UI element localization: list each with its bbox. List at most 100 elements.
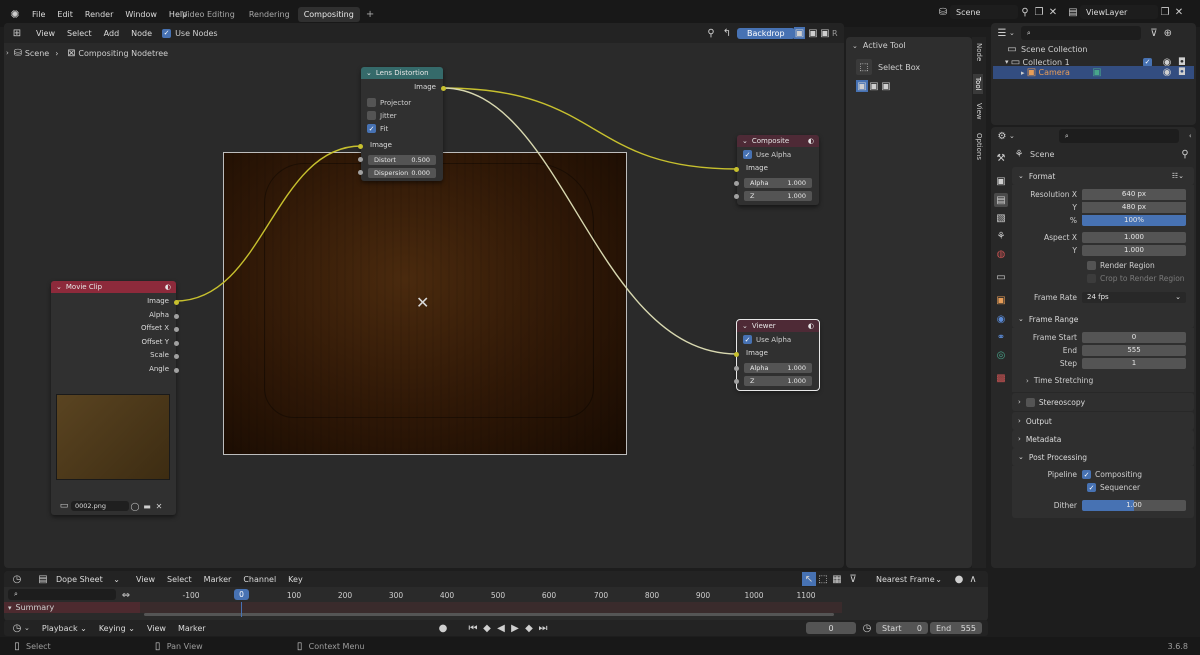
sphere-preview-icon[interactable]: ◐ [808, 322, 814, 330]
dope-sheet-mode-icon[interactable]: ▤ [36, 572, 50, 586]
socket-alpha[interactable] [734, 181, 739, 186]
frame-rate-select[interactable]: 24 fps ⌄ [1082, 291, 1186, 303]
clip-file-field[interactable]: 0002.png [71, 501, 129, 511]
socket-image-in[interactable] [734, 167, 739, 172]
aspect-y-field[interactable]: 1.000 [1082, 244, 1186, 256]
menu-select[interactable]: Select [61, 29, 98, 38]
world-properties-icon[interactable]: ◍ [994, 247, 1008, 261]
menu-add[interactable]: Add [98, 29, 126, 38]
properties-type-icon[interactable]: ⚙ [995, 129, 1009, 143]
falloff-icon[interactable]: ∧ [966, 572, 980, 586]
outliner-display-mode-icon[interactable]: ☰ [995, 26, 1009, 40]
tab-compositing[interactable]: Compositing [297, 7, 360, 22]
sidebar-tab-node[interactable]: Node [975, 43, 983, 61]
menu-channel[interactable]: Channel [237, 575, 282, 584]
scene-collection-label[interactable]: Scene Collection [1021, 45, 1088, 54]
composite-z-field[interactable]: Z 1.000 [744, 191, 812, 201]
new-view-layer-icon[interactable]: ❐ [1158, 5, 1172, 19]
physics-properties-icon[interactable]: ◉ [994, 312, 1008, 326]
object-data-properties-icon[interactable]: ◎ [994, 348, 1008, 362]
menu-edit[interactable]: Edit [51, 10, 79, 19]
filter-icon[interactable]: ⊽ [846, 572, 860, 586]
playback-menu[interactable]: Playback ⌄ [36, 624, 93, 633]
summary-channel[interactable]: ▾ Summary [4, 602, 140, 613]
composite-alpha-field[interactable]: Alpha 1.000 [744, 178, 812, 188]
collapse-icon[interactable]: ⌄ [742, 322, 748, 330]
editor-type-icon[interactable]: ◷ [10, 621, 24, 635]
tool-properties-icon[interactable]: ⚒ [994, 151, 1008, 165]
projector-checkbox[interactable] [367, 98, 376, 107]
dispersion-field[interactable]: Dispersion 0.000 [368, 168, 436, 178]
menu-view[interactable]: View [30, 29, 61, 38]
render-properties-icon[interactable]: ▣ [994, 174, 1008, 188]
pin-icon[interactable]: ⚲ [1178, 147, 1192, 161]
aspect-x-field[interactable]: 1.000 [1082, 231, 1186, 243]
parent-node-tree-icon[interactable]: ↰ [720, 26, 734, 40]
playhead-frame-indicator[interactable]: 0 [234, 589, 249, 600]
sidebar-tab-view[interactable]: View [975, 103, 983, 120]
collection-properties-icon[interactable]: ▭ [994, 270, 1008, 284]
collapse-icon[interactable]: ⌄ [56, 283, 62, 291]
socket-image-out[interactable] [174, 300, 179, 305]
use-nodes-checkbox[interactable]: ✓ [162, 28, 172, 38]
dope-sheet-scrollbar[interactable] [144, 613, 834, 616]
jump-keyframe-forward-icon[interactable]: ◆ [522, 621, 536, 635]
socket-alpha-out[interactable] [174, 314, 179, 319]
output-panel-header[interactable]: › Output [1012, 412, 1194, 430]
texture-properties-icon[interactable]: ▩ [994, 371, 1008, 385]
socket-offset-y-out[interactable] [174, 341, 179, 346]
lens-distortion-header[interactable]: ⌄ Lens Distortion [361, 67, 443, 79]
editor-type-icon[interactable]: ◷ [10, 572, 24, 586]
resolution-x-field[interactable]: 640 px [1082, 188, 1186, 200]
end-frame-field[interactable]: End 555 [930, 622, 982, 634]
frame-step-field[interactable]: 1 [1082, 357, 1186, 369]
movie-clip-header[interactable]: ⌄ Movie Clip ◐ [51, 281, 176, 293]
view-layer-selector[interactable]: ViewLayer [1080, 5, 1158, 19]
viewer-alpha-field[interactable]: Alpha 1.000 [744, 363, 812, 373]
jump-start-icon[interactable]: ⏮ [466, 621, 480, 635]
dropdown-chevron-icon[interactable]: ⌄ [24, 624, 30, 632]
keying-menu[interactable]: Keying ⌄ [93, 624, 141, 633]
dropdown-chevron-icon[interactable]: ⌄ [1009, 29, 1015, 37]
menu-view[interactable]: View [141, 624, 172, 633]
movie-clip-node[interactable]: ⌄ Movie Clip ◐ Image Alpha Offset X Offset… [51, 281, 179, 515]
distort-field[interactable]: Distort 0.500 [368, 155, 436, 165]
sequencer-checkbox[interactable]: ✓ [1087, 483, 1096, 492]
collapse-icon[interactable]: ⌄ [852, 42, 858, 50]
dope-sheet-mode-select[interactable]: Dope Sheet ⌄ [50, 572, 126, 586]
socket-alpha[interactable] [734, 366, 739, 371]
viewer-use-alpha-checkbox[interactable]: ✓ [743, 335, 752, 344]
channel-r[interactable]: R [832, 29, 838, 38]
backdrop-center-cross-icon[interactable]: ✕ [416, 293, 429, 312]
presets-icon[interactable]: ☷⌄ [1172, 172, 1184, 180]
socket-z[interactable] [734, 379, 739, 384]
menu-file[interactable]: File [26, 10, 51, 19]
menu-marker[interactable]: Marker [172, 624, 212, 633]
render-region-checkbox[interactable] [1087, 261, 1096, 270]
constraints-properties-icon[interactable]: ⚭ [994, 330, 1008, 344]
options-chevron-icon[interactable]: ‹ [1189, 132, 1192, 140]
record-icon[interactable]: ● [436, 621, 450, 635]
pin-icon[interactable]: ⚲ [704, 26, 718, 40]
active-tool-panel-header[interactable]: ⌄ Active Tool [852, 41, 966, 50]
time-stretching-subpanel[interactable]: › Time Stretching [1026, 376, 1093, 385]
jump-end-icon[interactable]: ⏭ [536, 621, 550, 635]
socket-image-in[interactable] [358, 144, 363, 149]
resolution-percent-field[interactable]: 100% [1082, 214, 1186, 226]
menu-node[interactable]: Node [125, 29, 158, 38]
socket-offset-x-out[interactable] [174, 327, 179, 332]
add-workspace-button[interactable]: + [362, 9, 378, 20]
collapse-icon[interactable]: ⌄ [366, 69, 372, 77]
unlink-icon[interactable]: ✕ [153, 499, 165, 513]
outliner-search-input[interactable]: ⌕ [1020, 26, 1141, 40]
scene-properties-icon[interactable]: ⚘ [994, 229, 1008, 243]
composite-header[interactable]: ⌄ Composite ◐ [737, 135, 819, 147]
format-panel-header[interactable]: ⌄ Format ☷⌄ [1012, 167, 1194, 185]
close-icon[interactable]: ✕ [1046, 5, 1060, 19]
fit-checkbox[interactable]: ✓ [367, 124, 376, 133]
filter-icon[interactable]: ⊽ [1147, 26, 1161, 40]
backdrop-alpha-only-icon[interactable]: ▣ [818, 26, 832, 40]
mode-subtract-icon[interactable]: ▣ [880, 80, 892, 92]
fake-user-icon[interactable]: ◯ [129, 499, 141, 513]
crop-region-checkbox[interactable] [1087, 274, 1096, 283]
